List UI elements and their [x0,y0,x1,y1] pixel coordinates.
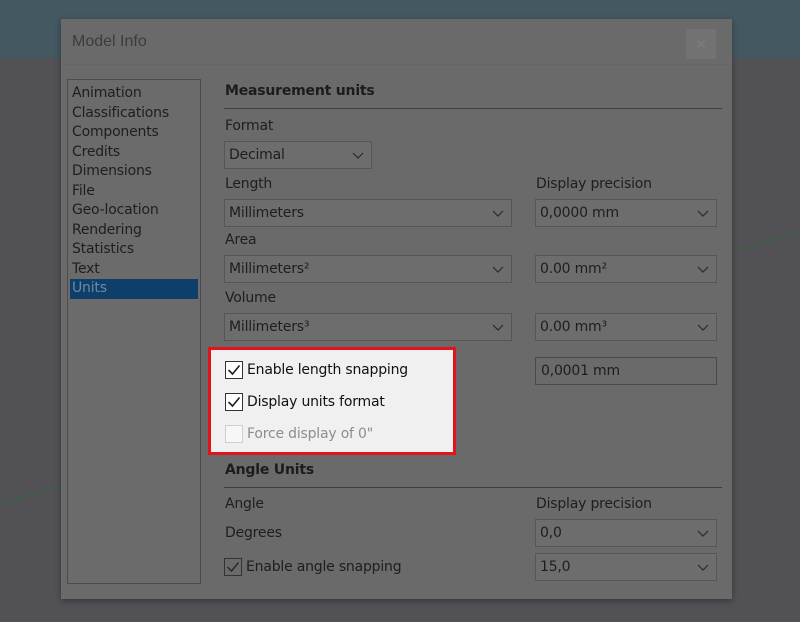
chevron-down-icon [491,200,505,226]
angle-precision-select[interactable]: 0,0 [535,519,717,547]
chevron-down-icon [491,314,505,340]
checkmark-icon [227,396,241,408]
section-divider [224,487,722,488]
volume-unit-select[interactable]: Millimeters³ [224,313,512,341]
length-display-precision-label: Display precision [536,176,652,192]
close-button[interactable]: ✕ [686,29,716,59]
category-list: Animation Classifications Components Cre… [67,79,201,584]
enable-angle-snapping-label: Enable angle snapping [246,559,402,575]
length-precision-value: 0,0000 mm [540,205,619,221]
length-precision-select[interactable]: 0,0000 mm [535,199,717,227]
dialog-title: Model Info [72,33,147,50]
checkbox-unchecked-disabled [225,425,243,443]
enable-length-snapping-checkbox[interactable]: Enable length snapping [225,361,408,379]
sidebar-item-file[interactable]: File [68,182,200,202]
area-precision-value: 0.00 mm² [540,261,607,277]
length-unit-value: Millimeters [229,205,304,221]
close-icon: ✕ [695,35,707,52]
chevron-down-icon [696,314,710,340]
enable-length-snapping-label: Enable length snapping [247,362,408,378]
chevron-down-icon [696,520,710,546]
force-display-zero-label: Force display of 0" [247,426,373,442]
chevron-down-icon [351,142,365,168]
angle-precision-value: 0,0 [540,525,562,541]
sidebar-item-statistics[interactable]: Statistics [68,240,200,260]
sidebar-item-components[interactable]: Components [68,123,200,143]
title-separator [61,64,732,65]
display-units-format-label: Display units format [247,394,385,410]
angle-label: Angle [225,496,264,512]
sidebar-item-classifications[interactable]: Classifications [68,104,200,124]
chevron-down-icon [491,256,505,282]
section-divider [224,108,722,109]
format-select-value: Decimal [229,147,285,163]
angle-unit-value: Degrees [225,525,282,541]
sidebar-item-animation[interactable]: Animation [68,84,200,104]
format-select[interactable]: Decimal [224,141,372,169]
sidebar-item-credits[interactable]: Credits [68,143,200,163]
volume-precision-select[interactable]: 0.00 mm³ [535,313,717,341]
sidebar-item-geo-location[interactable]: Geo-location [68,201,200,221]
length-snap-input[interactable]: 0,0001 mm [535,357,717,385]
force-display-zero-checkbox: Force display of 0" [225,425,373,443]
model-info-dialog: Model Info ✕ Animation Classifications C… [61,19,732,599]
highlight-box: Enable length snapping Display units for… [208,347,456,455]
volume-precision-value: 0.00 mm³ [540,319,607,335]
checkmark-icon [226,562,240,573]
angle-units-heading: Angle Units [225,462,314,478]
area-label: Area [225,232,257,248]
angle-snap-value: 15,0 [540,559,571,575]
checkbox-checked[interactable] [225,361,243,379]
sidebar-item-units[interactable]: Units [70,279,198,299]
checkbox-checked[interactable] [225,393,243,411]
chevron-down-icon [696,554,710,580]
enable-angle-snapping-checkbox[interactable]: Enable angle snapping [224,558,402,576]
length-unit-select[interactable]: Millimeters [224,199,512,227]
chevron-down-icon [696,256,710,282]
checkbox-checked[interactable] [224,558,242,576]
volume-unit-value: Millimeters³ [229,319,310,335]
sidebar-item-rendering[interactable]: Rendering [68,221,200,241]
angle-display-precision-label: Display precision [536,496,652,512]
format-label: Format [225,118,274,134]
area-unit-select[interactable]: Millimeters² [224,255,512,283]
area-precision-select[interactable]: 0.00 mm² [535,255,717,283]
volume-label: Volume [225,290,276,306]
angle-snap-select[interactable]: 15,0 [535,553,717,581]
display-units-format-checkbox[interactable]: Display units format [225,393,385,411]
sidebar-item-text[interactable]: Text [68,260,200,280]
chevron-down-icon [696,200,710,226]
length-label: Length [225,176,273,192]
measurement-units-heading: Measurement units [225,83,375,99]
sidebar-item-dimensions[interactable]: Dimensions [68,162,200,182]
checkmark-icon [227,364,241,376]
area-unit-value: Millimeters² [229,261,310,277]
